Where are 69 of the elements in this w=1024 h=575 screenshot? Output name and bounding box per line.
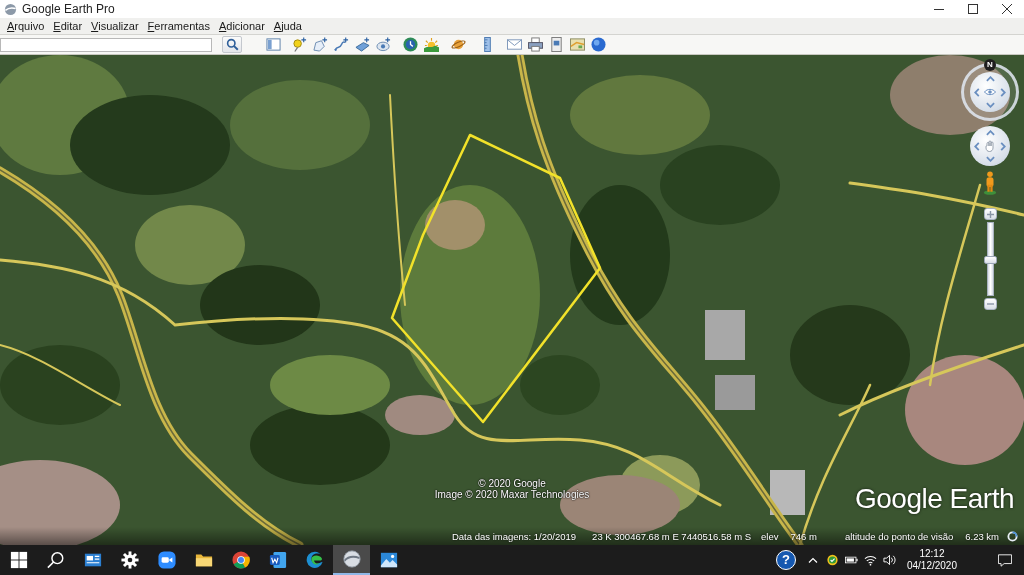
swirl-icon (305, 551, 324, 569)
image-overlay-icon[interactable] (355, 37, 370, 52)
video-camera-icon (157, 551, 176, 569)
chevron-down-icon[interactable] (985, 102, 995, 108)
speaker-icon[interactable] (882, 554, 896, 566)
window-panes-icon (9, 551, 28, 569)
hand-icon (985, 140, 995, 152)
elevation-value: 746 m (790, 530, 817, 542)
image-date-text: Data das imagens: 1/20/2019 (451, 530, 577, 542)
camera-icon[interactable] (376, 37, 391, 52)
close-icon (1002, 4, 1012, 14)
check-circle-icon[interactable] (825, 554, 839, 566)
menu-item[interactable]: Arquivo (3, 18, 49, 34)
menu-item[interactable]: Ferramentas (143, 18, 214, 34)
chevron-down-icon[interactable] (985, 156, 995, 162)
zoom-slider[interactable] (986, 222, 994, 296)
logo-text: Google Earth (855, 483, 1014, 515)
zoom-thumb[interactable] (983, 256, 997, 264)
document-icon[interactable] (549, 37, 564, 52)
gear-icon (120, 551, 139, 569)
eye-altitude-label: altitude do ponto de visão (844, 530, 954, 542)
picture-icon (379, 551, 398, 569)
window-title: Google Earth Pro (22, 2, 115, 16)
help-button[interactable]: ? (775, 550, 796, 570)
search-icon (225, 38, 239, 51)
polygon-icon[interactable] (313, 37, 328, 52)
menu-item[interactable]: Ajuda (269, 18, 306, 34)
mail-icon[interactable] (507, 37, 522, 52)
eye-icon (984, 88, 996, 96)
battery-icon[interactable] (844, 554, 858, 566)
sidebar-icon[interactable] (266, 37, 281, 52)
path-icon[interactable] (334, 37, 349, 52)
notification-icon[interactable] (998, 553, 1012, 567)
globe-icon[interactable] (591, 37, 606, 52)
app-window-icon (83, 551, 102, 569)
printer-icon[interactable] (528, 37, 543, 52)
menu-item[interactable]: Adicionar (214, 18, 269, 34)
wifi-icon[interactable] (863, 554, 877, 566)
copyright-text: © 2020 Google (478, 478, 546, 489)
chevron-left-icon[interactable] (974, 141, 980, 151)
minimize-icon (934, 8, 944, 10)
ring-icon (1007, 530, 1018, 542)
clock-icon[interactable] (403, 37, 418, 52)
chevron-right-icon[interactable] (1000, 87, 1006, 97)
maximize-icon (968, 4, 978, 14)
sun-icon[interactable] (424, 37, 439, 52)
search-icon (46, 551, 65, 569)
map-icon[interactable] (570, 37, 585, 52)
search-field[interactable] (0, 37, 212, 52)
chevron-left-icon[interactable] (974, 87, 980, 97)
plus-icon (986, 210, 994, 218)
menu-item[interactable]: Editar (49, 18, 87, 34)
copyright-text: Image © 2020 Maxar Technologies (434, 489, 590, 500)
pin-icon[interactable] (292, 37, 307, 52)
polygon-outline[interactable] (390, 133, 602, 424)
coordinates-text: 23 K 300467.68 m E 7440516.58 m S (592, 530, 752, 542)
chevron-right-icon[interactable] (1000, 141, 1006, 151)
minus-icon (986, 303, 994, 305)
elevation-label: elev (761, 530, 779, 542)
globe-icon (342, 550, 361, 568)
planet-icon[interactable] (451, 37, 466, 52)
search-button[interactable] (222, 36, 242, 53)
menu-item[interactable]: Visualizar (87, 18, 143, 34)
clock-button[interactable]: 12:12 04/12/2020 (903, 548, 960, 572)
taskbar-button[interactable] (333, 545, 370, 575)
tricolor-circle-icon (231, 551, 250, 569)
eye-altitude-value: 6.23 km (965, 530, 999, 542)
person-icon[interactable] (983, 170, 997, 196)
document-icon (268, 551, 287, 569)
